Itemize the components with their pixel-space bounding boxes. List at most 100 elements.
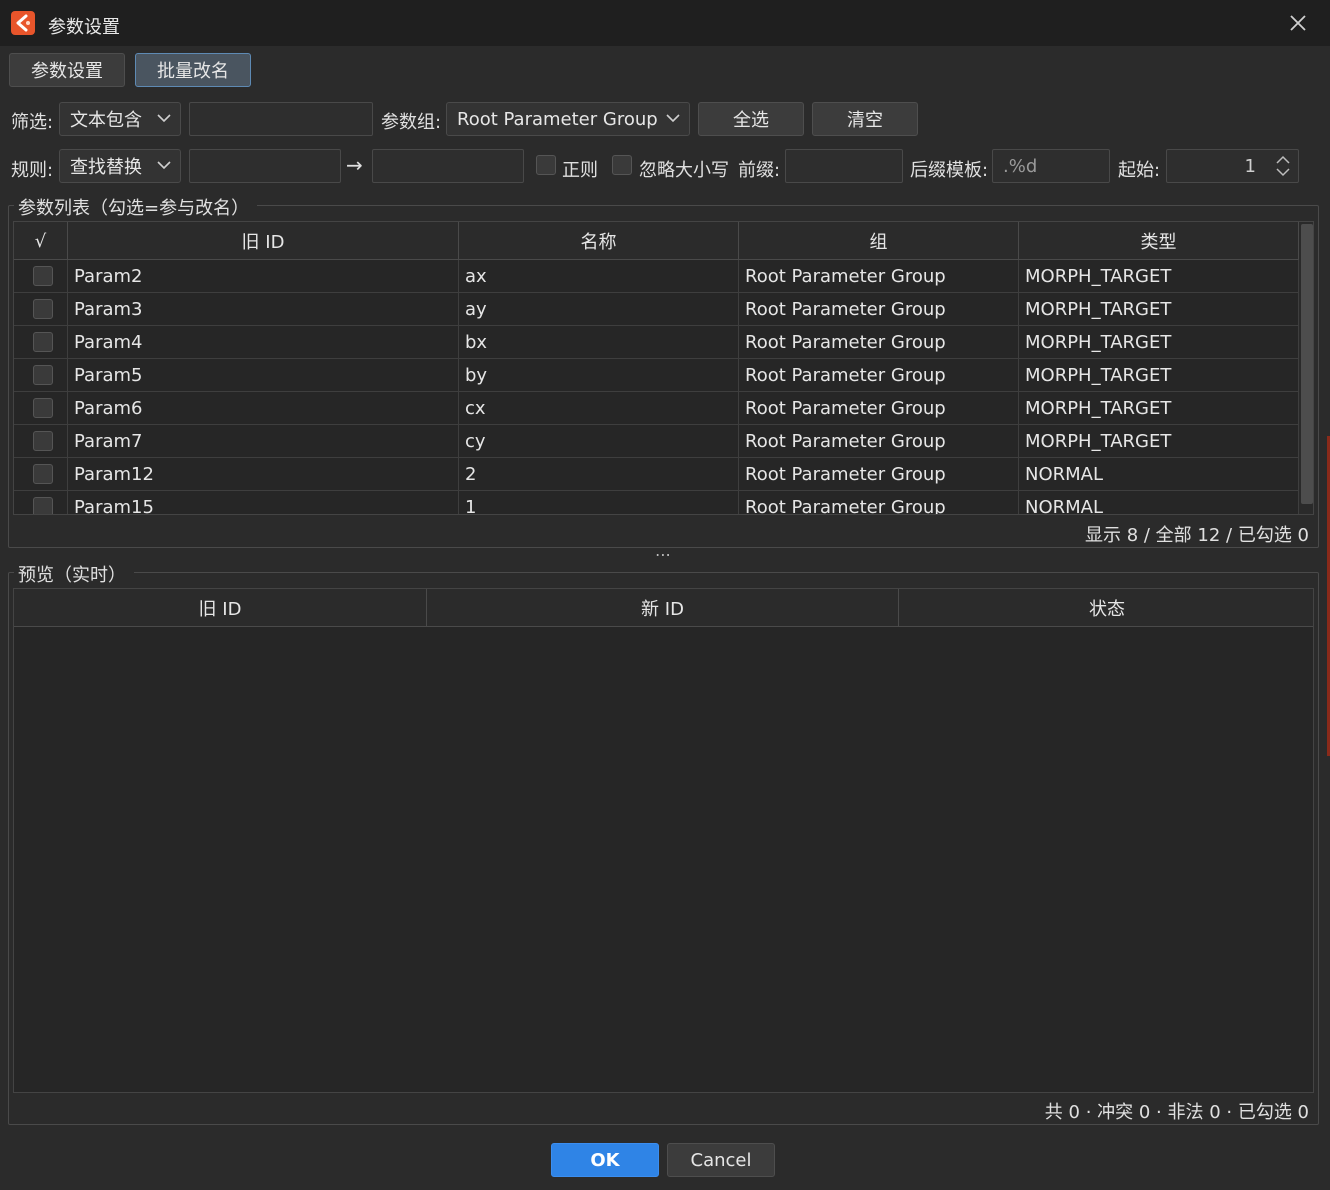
- cell-type: MORPH_TARGET: [1019, 425, 1299, 458]
- rule-mode-value: 查找替换: [70, 157, 142, 178]
- regex-checkbox[interactable]: [536, 155, 556, 175]
- table-row[interactable]: Param7 cy Root Parameter Group MORPH_TARGET: [14, 425, 1299, 458]
- cell-check: [14, 491, 68, 514]
- cell-name: ay: [459, 293, 739, 326]
- replace-input[interactable]: [372, 149, 524, 183]
- row-checkbox[interactable]: [33, 431, 53, 451]
- start-label: 起始:: [1118, 160, 1161, 181]
- title-bar: 参数设置: [0, 0, 1330, 46]
- app-logo-icon: [11, 11, 35, 35]
- preview-col-status[interactable]: 状态: [899, 589, 1313, 627]
- ignore-case-label: 忽略大小写: [639, 160, 729, 181]
- arrow-icon: →: [346, 153, 363, 177]
- preview-table: 旧 ID 新 ID 状态: [13, 588, 1314, 1093]
- cell-name: cx: [459, 392, 739, 425]
- col-group-header[interactable]: 组: [739, 222, 1019, 260]
- cell-group: Root Parameter Group: [739, 359, 1019, 392]
- param-table-scrollbar[interactable]: [1299, 222, 1313, 514]
- cell-check: [14, 425, 68, 458]
- col-check-header[interactable]: √: [14, 222, 68, 260]
- param-list-status: 显示 8 / 全部 12 / 已勾选 0: [1085, 525, 1309, 546]
- preview-col-new-id[interactable]: 新 ID: [427, 589, 899, 627]
- param-list-title: 参数列表（勾选=参与改名）: [14, 194, 258, 220]
- cell-check: [14, 392, 68, 425]
- filter-text-input[interactable]: [189, 102, 373, 136]
- cancel-button[interactable]: Cancel: [667, 1143, 775, 1177]
- cell-type: MORPH_TARGET: [1019, 359, 1299, 392]
- cell-group: Root Parameter Group: [739, 392, 1019, 425]
- row-checkbox[interactable]: [33, 398, 53, 418]
- rule-mode-select[interactable]: 查找替换: [59, 149, 181, 183]
- cell-group: Root Parameter Group: [739, 326, 1019, 359]
- cell-check: [14, 359, 68, 392]
- cell-name: bx: [459, 326, 739, 359]
- ok-button[interactable]: OK: [551, 1143, 659, 1177]
- cell-check: [14, 326, 68, 359]
- scroll-thumb[interactable]: [1301, 224, 1313, 504]
- window-title: 参数设置: [48, 17, 120, 38]
- cell-name: ax: [459, 260, 739, 293]
- table-row[interactable]: Param4 bx Root Parameter Group MORPH_TARGET: [14, 326, 1299, 359]
- cell-old-id: Param2: [68, 260, 459, 293]
- cell-group: Root Parameter Group: [739, 458, 1019, 491]
- cell-check: [14, 293, 68, 326]
- cell-old-id: Param7: [68, 425, 459, 458]
- cell-group: Root Parameter Group: [739, 293, 1019, 326]
- cell-group: Root Parameter Group: [739, 425, 1019, 458]
- chevron-down-icon: [666, 114, 680, 123]
- row-checkbox[interactable]: [33, 464, 53, 484]
- prefix-input[interactable]: [785, 149, 903, 183]
- cell-old-id: Param15: [68, 491, 459, 514]
- table-row[interactable]: Param3 ay Root Parameter Group MORPH_TARGET: [14, 293, 1299, 326]
- cell-type: MORPH_TARGET: [1019, 326, 1299, 359]
- cell-type: MORPH_TARGET: [1019, 260, 1299, 293]
- col-old-id-header[interactable]: 旧 ID: [68, 222, 459, 260]
- cell-type: NORMAL: [1019, 491, 1299, 514]
- spin-arrows-icon[interactable]: [1272, 152, 1294, 180]
- close-icon[interactable]: [1286, 11, 1310, 35]
- col-type-header[interactable]: 类型: [1019, 222, 1299, 260]
- cell-group: Root Parameter Group: [739, 260, 1019, 293]
- param-group-select[interactable]: Root Parameter Group: [446, 102, 690, 136]
- preview-status: 共 0 · 冲突 0 · 非法 0 · 已勾选 0: [1044, 1102, 1309, 1123]
- preview-title: 预览（实时）: [14, 561, 134, 587]
- table-row[interactable]: Param2 ax Root Parameter Group MORPH_TARGET: [14, 260, 1299, 293]
- regex-label: 正则: [562, 160, 598, 181]
- row-checkbox[interactable]: [33, 332, 53, 352]
- param-group-value: Root Parameter Group: [457, 108, 658, 130]
- row-checkbox[interactable]: [33, 365, 53, 385]
- cell-type: NORMAL: [1019, 458, 1299, 491]
- cell-old-id: Param6: [68, 392, 459, 425]
- tab-param-settings[interactable]: 参数设置: [9, 53, 125, 87]
- row-checkbox[interactable]: [33, 497, 53, 514]
- cell-old-id: Param3: [68, 293, 459, 326]
- table-row[interactable]: Param5 by Root Parameter Group MORPH_TARGET: [14, 359, 1299, 392]
- filter-mode-value: 文本包含: [70, 110, 142, 131]
- cell-check: [14, 260, 68, 293]
- cell-type: MORPH_TARGET: [1019, 293, 1299, 326]
- chevron-down-icon: [157, 161, 171, 170]
- row-checkbox[interactable]: [33, 266, 53, 286]
- cell-name: by: [459, 359, 739, 392]
- cell-type: MORPH_TARGET: [1019, 392, 1299, 425]
- preview-col-old-id[interactable]: 旧 ID: [14, 589, 427, 627]
- find-input[interactable]: [189, 149, 341, 183]
- tab-batch-rename[interactable]: 批量改名: [135, 53, 251, 87]
- ignore-case-checkbox[interactable]: [612, 155, 632, 175]
- table-row[interactable]: Param12 2 Root Parameter Group NORMAL: [14, 458, 1299, 491]
- col-name-header[interactable]: 名称: [459, 222, 739, 260]
- preview-table-header: 旧 ID 新 ID 状态: [14, 589, 1313, 627]
- select-all-button[interactable]: 全选: [698, 102, 804, 136]
- cell-name: 2: [459, 458, 739, 491]
- suffix-template-input[interactable]: .%d: [992, 149, 1110, 183]
- cell-name: 1: [459, 491, 739, 514]
- chevron-down-icon: [157, 114, 171, 123]
- filter-label: 筛选:: [11, 112, 54, 133]
- cell-group: Root Parameter Group: [739, 491, 1019, 514]
- table-row[interactable]: Param15 1 Root Parameter Group NORMAL: [14, 491, 1299, 514]
- row-checkbox[interactable]: [33, 299, 53, 319]
- table-row[interactable]: Param6 cx Root Parameter Group MORPH_TARGET: [14, 392, 1299, 425]
- clear-button[interactable]: 清空: [812, 102, 918, 136]
- splitter-handle[interactable]: ⋯: [655, 545, 672, 564]
- filter-mode-select[interactable]: 文本包含: [59, 102, 181, 136]
